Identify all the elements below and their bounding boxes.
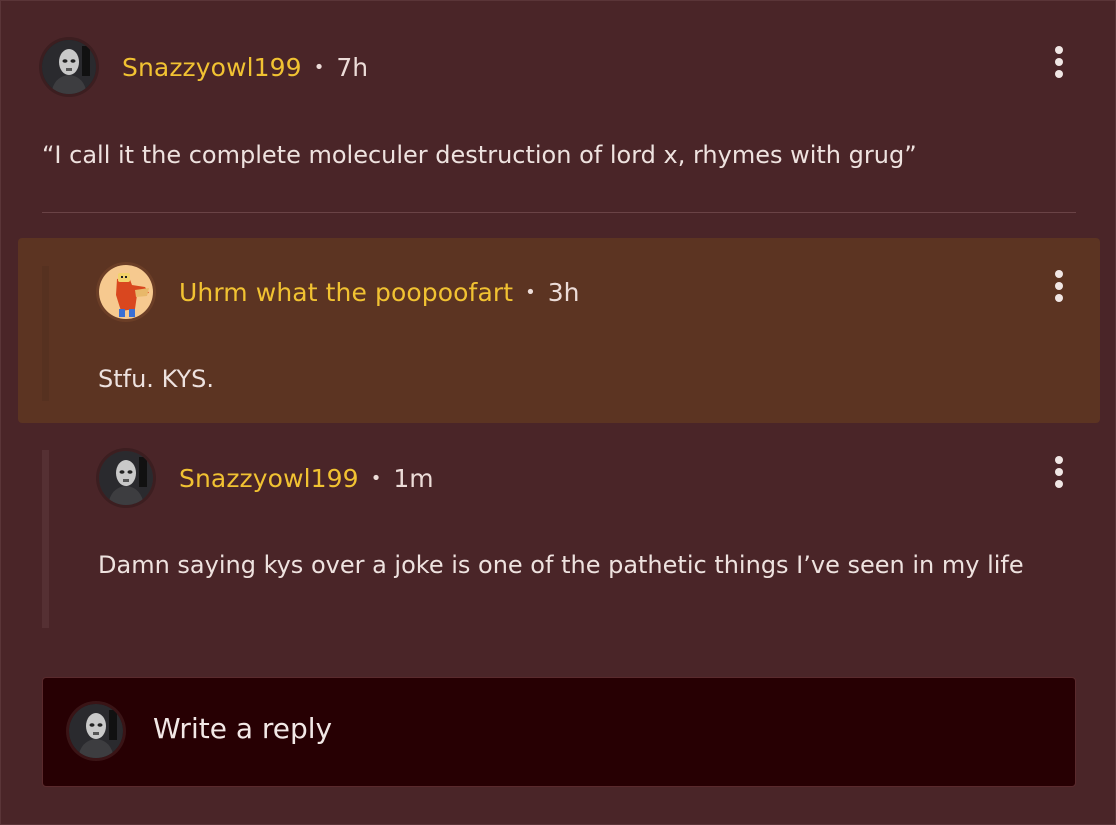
reply-text: Stfu. KYS. [98, 365, 214, 393]
reply-thread-line [42, 450, 49, 628]
reply-placeholder: Write a reply [153, 712, 333, 745]
separator-dot: • [313, 56, 325, 78]
comment-timestamp: 7h [336, 52, 369, 82]
reply-header: Uhrm what the poopoofart • 3h [99, 265, 580, 319]
reply-text: Damn saying kys over a joke is one of th… [98, 551, 1024, 579]
comment-text: “I call it the complete moleculer destru… [42, 141, 917, 169]
reply-more-options-icon[interactable] [1047, 452, 1071, 492]
comment-username[interactable]: Snazzyowl199 [122, 53, 302, 82]
cartoon-character-avatar-icon [99, 265, 153, 319]
separator-dot: • [525, 281, 536, 303]
comment-more-options-icon[interactable] [1047, 42, 1071, 82]
masked-figure-avatar-icon [99, 451, 153, 505]
comment-header: Snazzyowl199 • 7h [42, 40, 368, 94]
masked-figure-avatar-icon [42, 40, 96, 94]
comment-divider [42, 212, 1076, 213]
reply-username[interactable]: Uhrm what the poopoofart [179, 278, 513, 307]
separator-dot: • [370, 467, 382, 489]
reply-thread-line [42, 266, 49, 401]
reply-timestamp: 1m [393, 463, 434, 493]
reply-header: Snazzyowl199 • 1m [99, 451, 434, 505]
write-reply-input[interactable]: Write a reply [42, 677, 1076, 787]
masked-figure-avatar-icon [69, 704, 123, 758]
comment-thread-panel: Snazzyowl199 • 7h “I call it the complet… [0, 0, 1116, 825]
reply-more-options-icon[interactable] [1047, 266, 1071, 306]
reply-username[interactable]: Snazzyowl199 [179, 464, 359, 493]
reply-timestamp: 3h [547, 277, 580, 307]
user-avatar[interactable] [99, 451, 153, 505]
current-user-avatar [69, 704, 123, 758]
user-avatar[interactable] [42, 40, 96, 94]
user-avatar[interactable] [99, 265, 153, 319]
